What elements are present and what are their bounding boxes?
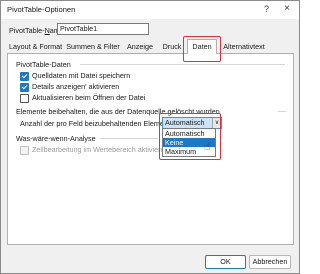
section-divider xyxy=(100,138,158,139)
section-heading-pivot-data: PivotTable-Daten xyxy=(16,60,71,69)
section-heading-what-if: Was-wäre-wenn-Analyse xyxy=(16,134,96,143)
label-enable-show-details: Details anzeigen' aktivieren xyxy=(32,82,120,91)
label-save-source-data: Quelldaten mit Datei speichern xyxy=(32,71,131,80)
close-icon[interactable]: × xyxy=(284,3,290,14)
label-refresh-on-open: Aktualisieren beim Öffnen der Datei xyxy=(32,93,146,102)
checkbox-save-source-data[interactable] xyxy=(20,72,29,81)
tab-strip: Layout & Format Summen & Filter Anzeige … xyxy=(7,39,293,54)
tab-layout-format[interactable]: Layout & Format xyxy=(9,40,62,53)
checkbox-refresh-on-open[interactable] xyxy=(20,94,29,103)
pivottable-name-input[interactable]: PivotTable1 xyxy=(57,23,149,35)
tab-summen-filter[interactable]: Summen & Filter xyxy=(65,40,121,53)
tab-alternativtext[interactable]: Alternativtext xyxy=(219,40,269,53)
mouse-pointer-icon: ☝ xyxy=(204,141,211,153)
label-enable-cell-editing: Zellbearbeitung im Wertebereich aktivier… xyxy=(32,145,169,154)
pivottable-options-dialog: PivotTable-Optionen ? × PivotTable-Name:… xyxy=(0,0,300,274)
ok-button[interactable]: OK xyxy=(205,255,246,269)
tab-anzeige[interactable]: Anzeige xyxy=(125,40,155,53)
cancel-button[interactable]: Abbrechen xyxy=(249,255,291,269)
help-icon[interactable]: ? xyxy=(264,4,269,14)
section-divider xyxy=(80,64,285,65)
dropdown-highlight-box xyxy=(159,113,221,160)
title-bar: PivotTable-Optionen ? × xyxy=(1,1,299,19)
checkbox-enable-show-details[interactable] xyxy=(20,83,29,92)
section-divider xyxy=(278,111,286,112)
daten-tab-panel: PivotTable-Daten Quelldaten mit Datei sp… xyxy=(7,53,294,245)
checkbox-enable-cell-editing[interactable] xyxy=(20,146,29,155)
dialog-title: PivotTable-Optionen xyxy=(7,5,76,14)
tab-druck[interactable]: Druck xyxy=(160,40,184,53)
retain-items-dropdown-label: Anzahl der pro Feld beizubehaltenden Ele… xyxy=(20,119,176,128)
daten-tab-highlight-box xyxy=(183,36,221,62)
